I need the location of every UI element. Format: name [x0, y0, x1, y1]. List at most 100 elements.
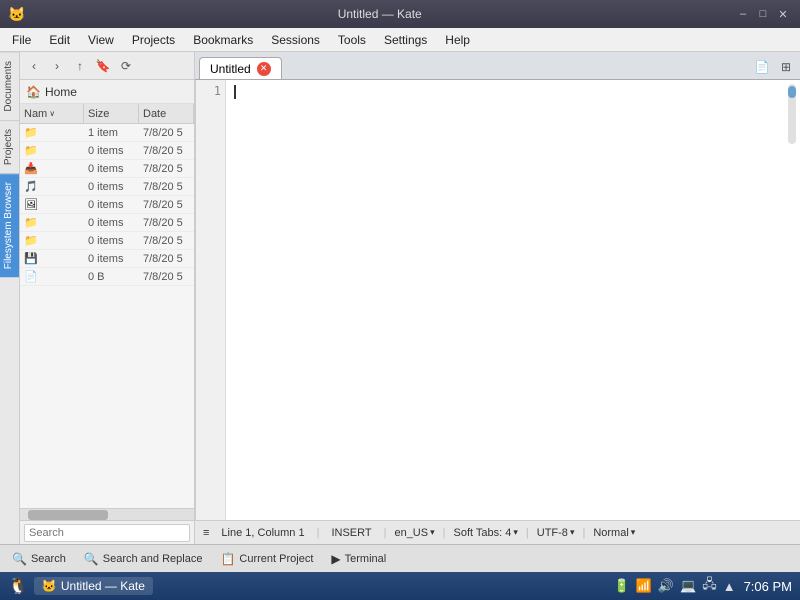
- panel-search-replace-label: Search and Replace: [103, 553, 203, 565]
- list-item[interactable]: 📁 0 items 7/8/20 5: [20, 214, 194, 232]
- vertical-scroll-indicator: [788, 84, 796, 144]
- clock: 7:06 PM: [744, 579, 792, 594]
- panel-current-project[interactable]: 📋 Current Project: [212, 548, 321, 570]
- fs-toolbar: ‹ › ↑ 🔖 ⟳: [20, 52, 194, 80]
- list-item[interactable]: 💾 0 items 7/8/20 5: [20, 250, 194, 268]
- download-icon: 📥: [24, 162, 38, 175]
- encoding-chevron-icon: ▾: [570, 527, 575, 538]
- fs-up-button[interactable]: ↑: [70, 56, 90, 76]
- taskbar-system-icons: 🔋 📶 🔊 💻 🖧 ▲: [613, 575, 735, 597]
- terminal-icon: ▶: [331, 552, 340, 566]
- status-bar: ≡ Line 1, Column 1 | INSERT | en_US ▾ | …: [195, 520, 800, 544]
- line-number-1: 1: [200, 84, 221, 98]
- editor-content[interactable]: 1: [195, 80, 800, 520]
- panel-search-replace[interactable]: 🔍 Search and Replace: [76, 548, 211, 570]
- fs-column-headers: Nam ∨ Size Date: [20, 104, 194, 124]
- network-icon[interactable]: 📶: [636, 578, 652, 594]
- list-item[interactable]: 🖼 0 items 7/8/20 5: [20, 196, 194, 214]
- menu-view[interactable]: View: [80, 31, 122, 49]
- sidebar-item-filesystem[interactable]: Filesystem Browser: [0, 173, 19, 277]
- fs-search-input[interactable]: [24, 524, 190, 542]
- minimize-button[interactable]: –: [734, 5, 752, 23]
- menu-tools[interactable]: Tools: [330, 31, 374, 49]
- fs-forward-button[interactable]: ›: [47, 56, 67, 76]
- editor-mode: INSERT: [327, 527, 375, 539]
- editor-area: Untitled ✕ 📄 ⊞ 1 ≡ Line 1, Column 1 |: [195, 52, 800, 544]
- tab-actions: 📄 ⊞: [752, 57, 796, 79]
- fs-horizontal-scrollbar[interactable]: [20, 508, 194, 520]
- eol-chevron-icon: ▾: [631, 527, 636, 538]
- start-icon[interactable]: 🐧: [8, 576, 28, 596]
- filesystem-panel: ‹ › ↑ 🔖 ⟳ 🏠 Home Nam ∨ Size Date: [20, 52, 195, 544]
- fs-col-size-header[interactable]: Size: [84, 104, 139, 123]
- side-tabs: Documents Projects Filesystem Browser: [0, 52, 20, 544]
- panel-terminal-label: Terminal: [345, 553, 387, 565]
- tabs-chevron-icon: ▾: [513, 527, 518, 538]
- search-replace-icon: 🔍: [84, 552, 99, 566]
- eol-selector[interactable]: Normal ▾: [593, 527, 635, 539]
- volume-icon[interactable]: 🔊: [658, 578, 674, 594]
- list-item[interactable]: 📥 0 items 7/8/20 5: [20, 160, 194, 178]
- menu-sessions[interactable]: Sessions: [263, 31, 328, 49]
- folder-icon: 📁: [24, 234, 38, 247]
- split-view-button[interactable]: ⊞: [776, 57, 796, 77]
- fs-location-bar: 🏠 Home: [20, 80, 194, 104]
- tray-arrow-icon[interactable]: ▲: [723, 579, 736, 594]
- list-item[interactable]: 📁 0 items 7/8/20 5: [20, 232, 194, 250]
- menu-edit[interactable]: Edit: [41, 31, 78, 49]
- editor-text-area[interactable]: [226, 80, 800, 520]
- list-item[interactable]: 📄 0 B 7/8/20 5: [20, 268, 194, 286]
- panel-terminal[interactable]: ▶ Terminal: [323, 548, 394, 570]
- music-icon: 🎵: [24, 180, 38, 193]
- fs-col-name-header[interactable]: Nam ∨: [20, 104, 84, 123]
- menu-projects[interactable]: Projects: [124, 31, 183, 49]
- display-icon[interactable]: 💻: [680, 578, 696, 594]
- sidebar-item-projects[interactable]: Projects: [0, 120, 19, 173]
- list-item[interactable]: 📁 1 item 7/8/20 5: [20, 124, 194, 142]
- taskbar-app-title: Untitled — Kate: [61, 579, 145, 593]
- menu-settings[interactable]: Settings: [376, 31, 435, 49]
- new-file-button[interactable]: 📄: [752, 57, 772, 77]
- menu-bookmarks[interactable]: Bookmarks: [185, 31, 261, 49]
- taskbar-app-icon: 🐱: [42, 579, 57, 593]
- fs-location-text: Home: [45, 85, 77, 99]
- maximize-button[interactable]: □: [754, 5, 772, 23]
- panel-search[interactable]: 🔍 Search: [4, 548, 74, 570]
- tab-close-button[interactable]: ✕: [257, 62, 271, 76]
- menu-help[interactable]: Help: [437, 31, 478, 49]
- taskbar-left: 🐧 🐱 Untitled — Kate: [8, 576, 153, 596]
- fs-refresh-button[interactable]: ⟳: [116, 56, 136, 76]
- title-bar-right: – □ ✕: [734, 5, 792, 23]
- folder-icon: 📁: [24, 216, 38, 229]
- title-bar-center: Untitled — Kate: [25, 7, 734, 21]
- fs-back-button[interactable]: ‹: [24, 56, 44, 76]
- encoding-selector[interactable]: UTF-8 ▾: [537, 527, 575, 539]
- fs-search-bar: [20, 520, 194, 544]
- editor-tab-untitled[interactable]: Untitled ✕: [199, 57, 282, 79]
- menu-bar: File Edit View Projects Bookmarks Sessio…: [0, 28, 800, 52]
- tabs-selector[interactable]: Soft Tabs: 4 ▾: [453, 527, 517, 539]
- app-icon: 🐱: [8, 6, 25, 23]
- panel-project-label: Current Project: [239, 553, 313, 565]
- bottom-panel-bar: 🔍 Search 🔍 Search and Replace 📋 Current …: [0, 544, 800, 572]
- taskbar-app-item[interactable]: 🐱 Untitled — Kate: [34, 577, 153, 595]
- folder-icon: 📁: [24, 126, 38, 139]
- file-icon: 📄: [24, 270, 38, 283]
- fs-bookmark-button[interactable]: 🔖: [93, 56, 113, 76]
- language-selector[interactable]: en_US ▾: [394, 527, 434, 539]
- list-item[interactable]: 🎵 0 items 7/8/20 5: [20, 178, 194, 196]
- close-button[interactable]: ✕: [774, 5, 792, 23]
- title-bar: 🐱 Untitled — Kate – □ ✕: [0, 0, 800, 28]
- menu-file[interactable]: File: [4, 31, 39, 49]
- network2-icon[interactable]: 🖧: [702, 575, 717, 597]
- cursor-position: Line 1, Column 1: [217, 527, 308, 539]
- panel-search-label: Search: [31, 553, 66, 565]
- fs-file-list: 📁 1 item 7/8/20 5 📁 0 items 7/8/20 5 📥 0…: [20, 124, 194, 508]
- list-item[interactable]: 📁 0 items 7/8/20 5: [20, 142, 194, 160]
- fs-col-date-header[interactable]: Date: [139, 104, 194, 123]
- language-chevron-icon: ▾: [430, 527, 435, 538]
- sidebar-item-documents[interactable]: Documents: [0, 52, 19, 120]
- battery-icon[interactable]: 🔋: [613, 578, 629, 594]
- project-icon: 📋: [220, 552, 235, 566]
- fs-scrollbar-thumb[interactable]: [28, 510, 108, 520]
